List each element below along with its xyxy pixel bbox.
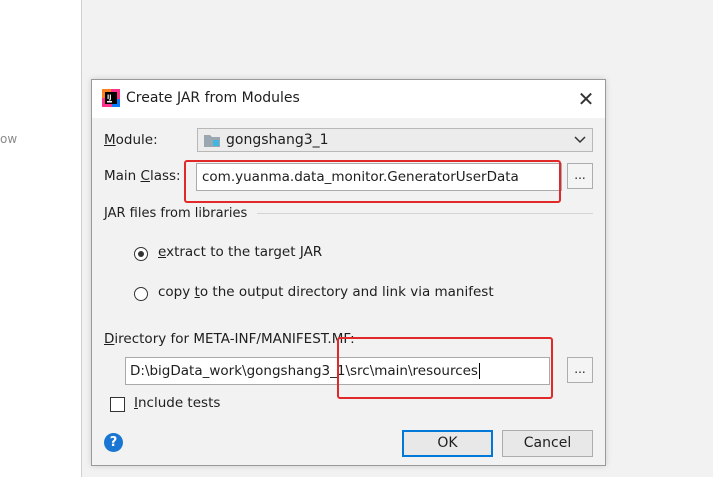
main-class-browse-button[interactable]: ... [567,163,593,189]
dialog-titlebar: IJ Create JAR from Modules ✕ [92,80,605,118]
main-class-field[interactable]: com.yuanma.data_monitor.GeneratorUserDat… [196,163,562,191]
ok-button[interactable]: OK [402,430,493,457]
manifest-directory-label: Directory for META-INF/MANIFEST.MF: [104,331,355,347]
cancel-button[interactable]: Cancel [502,430,593,457]
jar-files-heading: JAR files from libraries [104,206,248,221]
folder-icon [204,135,220,147]
svg-text:IJ: IJ [107,94,111,101]
manifest-directory-value: D:\bigData_work\gongshang3_1\src\main\re… [130,363,478,379]
dialog-title: Create JAR from Modules [126,90,300,106]
include-tests-label[interactable]: Include tests [134,395,220,411]
main-class-label: Main Class: [104,168,181,184]
create-jar-dialog: IJ Create JAR from Modules ✕ Module: gon… [91,79,606,466]
intellij-icon: IJ [102,89,120,107]
copy-radio[interactable] [134,287,148,301]
close-button[interactable]: ✕ [571,84,601,114]
module-label: Module: [104,132,158,148]
module-combobox-value: gongshang3_1 [226,132,329,148]
extract-radio[interactable] [134,247,148,261]
copy-radio-label[interactable]: copy to the output directory and link vi… [158,284,494,300]
close-icon: ✕ [577,87,595,111]
extract-radio-label[interactable]: extract to the target JAR [158,244,322,260]
chevron-down-icon [574,136,586,144]
jar-files-separator [257,213,593,214]
help-icon[interactable]: ? [104,433,123,452]
module-combobox[interactable]: gongshang3_1 [197,128,593,152]
include-tests-checkbox[interactable] [110,397,125,412]
background-text-fragment: ow [0,132,18,146]
background-panel-left: ow [0,0,82,477]
extract-radio-dot [138,251,144,257]
text-caret [478,363,480,379]
manifest-browse-button[interactable]: ... [567,357,593,383]
manifest-directory-field[interactable]: D:\bigData_work\gongshang3_1\src\main\re… [125,357,550,385]
